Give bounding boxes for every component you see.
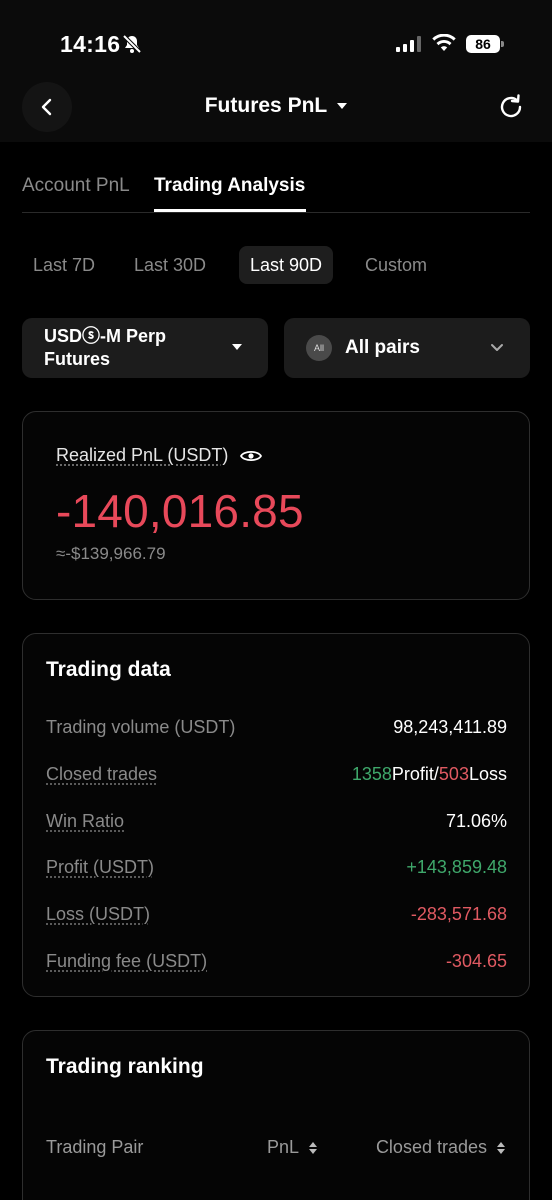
trading-ranking-title: Trading ranking (46, 1055, 204, 1078)
eye-icon[interactable] (240, 449, 263, 463)
page-title: Futures PnL (204, 94, 328, 117)
profit-trades-count: 1358 (351, 764, 392, 784)
pairs-dropdown[interactable]: All All pairs (284, 318, 530, 378)
loss-value: -283,571.68 (410, 904, 507, 924)
funding-fee-row: Funding fee (USDT) -304.65 (46, 951, 507, 975)
win-ratio-row: Win Ratio 71.06% (46, 811, 507, 835)
profit-row: Profit (USDT) +143,859.48 (46, 857, 507, 881)
caret-down-icon (232, 344, 242, 350)
realized-pnl-usd-approx: ≈-$139,966.79 (56, 544, 166, 563)
profit-value: +143,859.48 (406, 857, 507, 877)
column-closed-trades: Closed trades (375, 1137, 487, 1157)
funding-fee-value: -304.65 (445, 951, 507, 971)
loss-row: Loss (USDT) -283,571.68 (46, 904, 507, 928)
product-type-label: USDⓢ-M Perp Futures (44, 326, 167, 369)
status-bar: 14:16 86 (0, 0, 552, 76)
loss-trades-count: 503 (438, 764, 469, 784)
app-header: Futures PnL (0, 76, 552, 142)
realized-pnl-value: -140,016.85 (56, 485, 304, 537)
trading-volume-row: Trading volume (USDT) 98,243,411.89 (46, 717, 507, 741)
wifi-icon (432, 34, 456, 51)
funding-fee-label[interactable]: Funding fee (USDT) (46, 951, 207, 972)
product-type-dropdown[interactable]: USDⓢ-M Perp Futures (22, 318, 268, 378)
period-last-7d[interactable]: Last 7D (22, 246, 106, 284)
period-last-30d[interactable]: Last 30D (123, 246, 217, 284)
trading-volume-value: 98,243,411.89 (393, 717, 507, 737)
trading-ranking-card: Trading ranking Trading Pair PnL Closed … (22, 1030, 530, 1200)
closed-trades-value: 1358Profit/503Loss (352, 764, 507, 785)
column-pnl: PnL (267, 1137, 300, 1157)
caret-down-icon (337, 103, 348, 109)
cellular-signal-icon (396, 36, 421, 52)
closed-trades-label[interactable]: Closed trades (46, 764, 157, 785)
win-ratio-label[interactable]: Win Ratio (46, 811, 124, 832)
chevron-down-icon (491, 344, 503, 351)
trading-volume-label: Trading volume (USDT) (46, 717, 236, 737)
trading-data-title: Trading data (46, 658, 171, 681)
refresh-icon[interactable] (496, 92, 526, 122)
loss-label[interactable]: Loss (USDT) (46, 904, 150, 925)
loss-word: Loss (468, 764, 507, 784)
pnl-tabs: Account PnL Trading Analysis (22, 170, 530, 213)
realized-pnl-label[interactable]: Realized PnL (USDT) (56, 445, 228, 466)
win-ratio-value: 71.06% (445, 811, 507, 831)
profit-label[interactable]: Profit (USDT) (46, 857, 154, 878)
period-custom[interactable]: Custom (354, 246, 438, 284)
column-trading-pair: Trading Pair (46, 1137, 144, 1157)
column-closed-trades-sort[interactable]: Closed trades (376, 1137, 505, 1158)
battery-icon: 86 (466, 35, 504, 53)
profit-word: Profit (391, 764, 434, 784)
realized-pnl-card: Realized PnL (USDT) -140,016.85 ≈-$139,9… (22, 411, 530, 600)
period-last-90d[interactable]: Last 90D (239, 246, 334, 284)
active-tab-indicator (154, 209, 306, 212)
status-time: 14:16 (60, 31, 121, 57)
bell-off-icon (122, 34, 142, 54)
tab-trading-analysis[interactable]: Trading Analysis (154, 175, 305, 197)
trading-data-card: Trading data Trading volume (USDT) 98,24… (22, 633, 530, 997)
all-pairs-badge: All (306, 335, 332, 361)
column-pnl-sort[interactable]: PnL (267, 1137, 318, 1158)
sort-icon (309, 1141, 318, 1154)
pairs-label: All pairs (345, 337, 420, 358)
battery-level: 86 (466, 35, 500, 53)
closed-trades-row: Closed trades 1358Profit/503Loss (46, 764, 507, 788)
tab-account-pnl[interactable]: Account PnL (22, 175, 130, 197)
page-title-dropdown[interactable]: Futures PnL (0, 94, 552, 118)
sort-icon (497, 1141, 505, 1154)
